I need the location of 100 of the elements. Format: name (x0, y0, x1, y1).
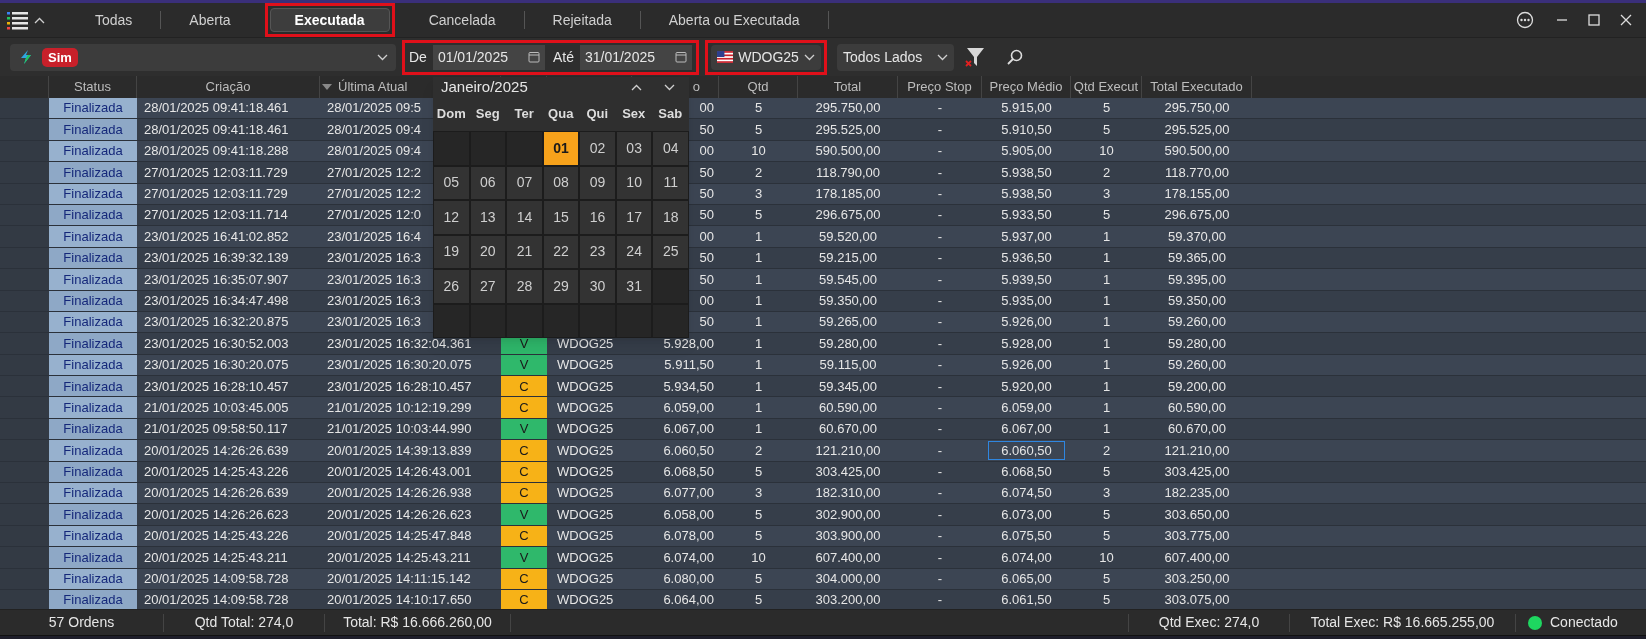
close-icon[interactable] (1620, 14, 1632, 26)
calendar-day[interactable]: 28 (507, 270, 542, 303)
calendar-day[interactable]: 02 (580, 132, 615, 165)
table-row[interactable]: Finalizada 21/01/2025 09:58:50.117 21/01/2025 10:03:44.990 V WDOG25 6.067,00 1 60.670,00 - 6.067,00 1 60.670,00 (0, 418, 1646, 441)
row-header[interactable] (0, 311, 49, 333)
row-header[interactable] (0, 418, 49, 440)
table-row[interactable]: Finalizada 20/01/2025 14:09:58.728 20/01/2025 14:11:15.142 C WDOG25 6.080,00 5 304.000,00 - 6.065,00 5 303.250,00 (0, 568, 1646, 590)
column-header[interactable]: o (692, 77, 700, 97)
date-field[interactable]: 31/01/2025 (579, 44, 692, 70)
calendar-day[interactable]: 04 (653, 132, 688, 165)
row-header[interactable] (0, 247, 49, 269)
calendar-day[interactable]: 16 (580, 201, 615, 234)
calendar-icon[interactable] (674, 51, 687, 63)
calendar-day[interactable]: 22 (543, 235, 579, 268)
table-cell-text: 1 (754, 227, 763, 246)
row-header[interactable] (0, 525, 49, 547)
row-header[interactable] (0, 547, 49, 568)
row-header[interactable] (0, 504, 49, 525)
table-row[interactable]: Finalizada 23/01/2025 16:30:20.075 23/01/2025 16:30:20.075 V WDOG25 5.911,50 1 59.115,00 - 5.926,00 1 59.260,00 (0, 354, 1646, 377)
row-header[interactable] (0, 333, 49, 354)
calendar-day[interactable]: 11 (653, 166, 688, 199)
row-header[interactable] (0, 440, 49, 461)
table-row[interactable]: Finalizada 20/01/2025 14:25:43.226 20/01/2025 14:26:43.001 C WDOG25 6.068,50 5 303.425,00 - 6.068,50 5 303.425,00 (0, 461, 1646, 484)
tab[interactable]: Todas (67, 6, 161, 34)
row-header[interactable] (0, 140, 49, 162)
calendar-day[interactable]: 23 (580, 235, 615, 268)
table-cell-text: 6.065,00 (1001, 570, 1052, 589)
table-row[interactable]: Finalizada 20/01/2025 14:26:26.639 20/01/2025 14:39:13.839 C WDOG25 6.060,50 2 121.210,00 - 6.060,50 2 121.210,00 (0, 440, 1646, 462)
tab[interactable]: Rejeitada (524, 6, 640, 34)
calendar-day[interactable]: 17 (616, 201, 652, 234)
table-cell-text: - (937, 227, 943, 246)
clear-filter-icon[interactable] (963, 46, 986, 68)
column-header[interactable]: Total Executado (1150, 77, 1243, 97)
account-selector[interactable]: Sim (10, 43, 396, 71)
table-row[interactable]: Finalizada 20/01/2025 14:26:26.623 20/01/2025 14:26:26.623 V WDOG25 6.058,00 5 302.900,00 - 6.073,00 5 303.650,00 (0, 504, 1646, 526)
calendar-day[interactable]: 21 (507, 235, 542, 268)
row-header[interactable] (0, 461, 49, 483)
more-options-icon[interactable] (1516, 11, 1534, 29)
row-header[interactable] (0, 98, 49, 119)
table-row[interactable]: Finalizada 20/01/2025 14:25:43.226 20/01/2025 14:25:47.848 C WDOG25 6.078,00 5 303.900,00 - 6.075,50 5 303.775,00 (0, 525, 1646, 548)
calendar-icon[interactable] (527, 51, 540, 63)
row-header[interactable] (0, 376, 49, 397)
row-header[interactable] (0, 354, 49, 376)
maximize-icon[interactable] (1588, 14, 1600, 26)
calendar-day[interactable]: 08 (543, 166, 579, 199)
calendar-day[interactable]: 10 (616, 166, 652, 199)
calendar-day[interactable]: 14 (507, 201, 542, 234)
calendar-day[interactable]: 26 (434, 270, 469, 303)
table-row[interactable]: Finalizada 23/01/2025 16:30:52.003 23/01/2025 16:32:04.361 V WDOG25 5.928,00 1 59.280,00 - 5.928,00 1 59.280,00 (0, 333, 1646, 355)
calendar-day[interactable]: 20 (470, 235, 506, 268)
calendar-day[interactable]: 31 (616, 270, 652, 303)
row-header[interactable] (0, 162, 49, 183)
table-cell-text: 5.926,00 (1001, 356, 1052, 375)
table-row[interactable]: Finalizada 20/01/2025 14:25:43.211 20/01/2025 14:25:43.211 V WDOG25 6.074,00 10 607.400,00 - 6.074,00 10 607.400,00 (0, 547, 1646, 569)
calendar-day[interactable]: 24 (616, 235, 652, 268)
calendar-day[interactable]: 18 (653, 201, 688, 234)
calendar-day[interactable]: 27 (470, 270, 506, 303)
calendar-day[interactable]: 19 (434, 235, 469, 268)
symbol-selector[interactable]: WDOG25 (710, 44, 821, 70)
calendar-day[interactable]: 29 (543, 270, 579, 303)
column-header[interactable]: Última Atual (338, 77, 408, 97)
column-header[interactable]: Preço Médio (989, 77, 1063, 97)
row-header[interactable] (0, 204, 49, 226)
calendar-day[interactable]: 13 (470, 201, 506, 234)
calendar-day[interactable]: 05 (434, 166, 469, 199)
calendar-day[interactable]: 01 (543, 132, 579, 165)
tab[interactable]: Aberta (161, 6, 259, 34)
row-header[interactable] (0, 290, 49, 311)
tab[interactable]: Cancelada (400, 6, 524, 34)
table-row[interactable]: Finalizada 23/01/2025 16:28:10.457 23/01/2025 16:28:10.457 C WDOG25 5.934,50 1 59.345,00 - 5.920,00 1 59.200,00 (0, 376, 1646, 398)
row-header[interactable] (0, 568, 49, 589)
calendar-day[interactable]: 12 (434, 201, 469, 234)
tab[interactable]: Aberta ou Executada (640, 6, 828, 34)
side-selector[interactable]: Todos Lados (836, 43, 954, 71)
column-header[interactable]: Preço Stop (907, 77, 972, 97)
list-menu-icon[interactable] (6, 10, 30, 30)
calendar-day[interactable]: 06 (470, 166, 506, 199)
calendar-day[interactable]: 25 (653, 235, 688, 268)
tab[interactable]: Executada (269, 8, 390, 33)
table-row[interactable]: Finalizada 21/01/2025 10:03:45.005 21/01/2025 10:12:19.299 C WDOG25 6.059,00 1 60.590,00 - 6.059,00 1 60.590,00 (0, 397, 1646, 419)
column-header[interactable]: Status (74, 77, 111, 97)
column-header[interactable]: Total (833, 77, 862, 97)
search-icon[interactable] (1005, 48, 1024, 66)
calendar-day[interactable]: 09 (580, 166, 615, 199)
column-header[interactable]: Criação (205, 77, 251, 97)
calendar-day[interactable]: 07 (507, 166, 542, 199)
calendar-day[interactable]: 03 (616, 132, 652, 165)
column-header[interactable]: Qtd (747, 77, 769, 97)
row-header[interactable] (0, 119, 49, 140)
row-header[interactable] (0, 226, 49, 247)
row-header[interactable] (0, 397, 49, 418)
table-row[interactable]: Finalizada 20/01/2025 14:26:26.639 20/01/2025 14:26:26.938 C WDOG25 6.077,00 3 182.310,00 - 6.074,50 3 182.235,00 (0, 483, 1646, 505)
calendar-day[interactable]: 15 (543, 201, 579, 234)
calendar-day[interactable]: 30 (580, 270, 615, 303)
column-header[interactable]: Qtd Execut (1073, 77, 1139, 97)
table-cell-text: 5.920,00 (1001, 377, 1052, 396)
row-header[interactable] (0, 483, 49, 504)
row-header[interactable] (0, 269, 49, 290)
date-field[interactable]: 01/01/2025 (432, 44, 545, 70)
row-header[interactable] (0, 183, 49, 204)
